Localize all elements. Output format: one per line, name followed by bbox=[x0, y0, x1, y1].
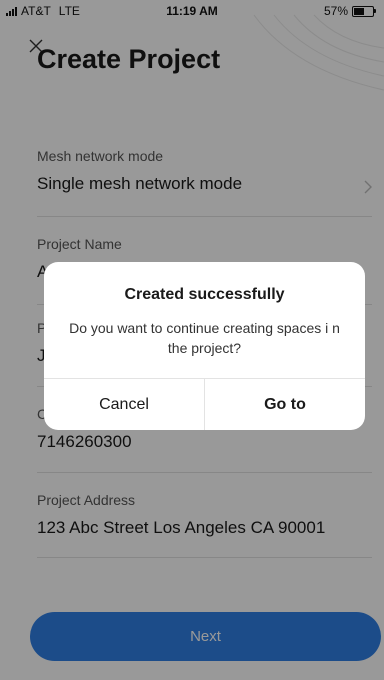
go-to-button[interactable]: Go to bbox=[205, 379, 365, 430]
dialog-title: Created successfully bbox=[124, 286, 285, 303]
dialog-message: Do you want to continue creating spaces … bbox=[69, 320, 340, 356]
success-dialog: Created successfully Do you want to cont… bbox=[44, 262, 365, 430]
cancel-button[interactable]: Cancel bbox=[44, 379, 204, 430]
